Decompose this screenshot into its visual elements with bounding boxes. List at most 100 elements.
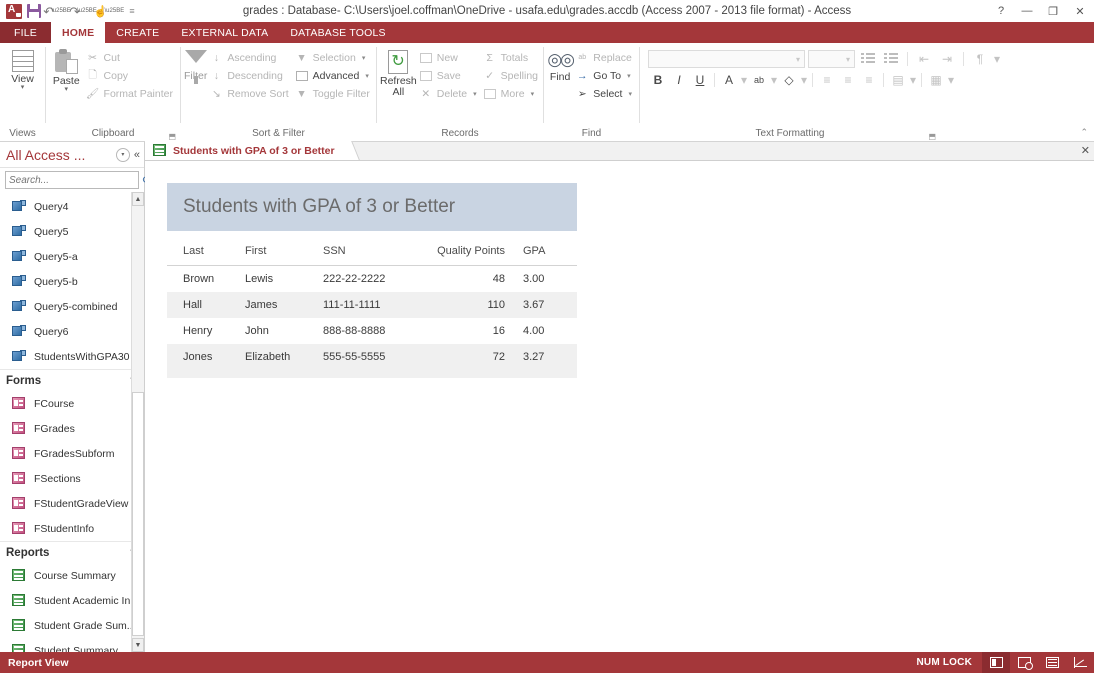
tab-external-data[interactable]: EXTERNAL DATA	[170, 22, 279, 43]
navigation-filter-dropdown[interactable]: ▾	[115, 147, 130, 162]
tab-home[interactable]: HOME	[50, 22, 106, 43]
tab-create[interactable]: CREATE	[105, 22, 170, 43]
view-button[interactable]: View ▾	[3, 47, 42, 91]
undo-caret-icon[interactable]: \u25BE	[51, 8, 71, 14]
clipboard-dialog-launcher[interactable]: ⬒	[168, 132, 176, 141]
replace-button[interactable]: ab Replace	[573, 49, 636, 66]
navigation-search-box[interactable]: ⚲	[5, 171, 154, 189]
remove-sort-button[interactable]: ↘ Remove Sort	[207, 85, 292, 102]
maximize-button[interactable]: ❐	[1040, 0, 1066, 22]
nav-group-forms[interactable]: Forms ⌃	[0, 369, 144, 391]
table-row[interactable]: Hall James 111-11-1111 110 3.67	[167, 292, 577, 318]
highlight-button[interactable]: ab	[749, 71, 769, 89]
align-center-button[interactable]: ≡	[838, 71, 858, 89]
table-row[interactable]: Jones Elizabeth 555-55-5555 72 3.27	[167, 344, 577, 370]
column-header-quality-points[interactable]: Quality Points	[433, 231, 523, 266]
nav-item-fgradessubform[interactable]: FGradesSubform	[0, 441, 144, 466]
paste-caret-icon[interactable]: ▾	[65, 86, 69, 93]
nav-item-fstudentinfo[interactable]: FStudentInfo	[0, 516, 144, 541]
numbering-button[interactable]	[881, 50, 901, 68]
font-family-select[interactable]: ▾	[648, 50, 805, 68]
highlight-caret-icon[interactable]: ▾	[770, 71, 778, 89]
column-header-gpa[interactable]: GPA	[523, 231, 577, 266]
customize-qat-button[interactable]: ≡	[122, 1, 142, 21]
nav-item-fgrades[interactable]: FGrades	[0, 416, 144, 441]
find-button[interactable]: ◎◎ Find	[547, 47, 575, 83]
column-header-ssn[interactable]: SSN	[323, 231, 433, 266]
go-to-button[interactable]: → Go To ▾	[573, 67, 636, 84]
advanced-caret-icon[interactable]: ▾	[365, 72, 369, 80]
search-input[interactable]	[9, 174, 143, 186]
italic-button[interactable]: I	[669, 71, 689, 89]
scroll-down-button[interactable]: ▼	[132, 638, 144, 652]
delete-caret-icon[interactable]: ▾	[473, 90, 477, 98]
scrollbar-thumb[interactable]	[132, 392, 144, 636]
nav-item-query4[interactable]: Query4	[0, 194, 144, 219]
save-button[interactable]	[24, 1, 44, 21]
nav-item-fcourse[interactable]: FCourse	[0, 391, 144, 416]
refresh-all-button[interactable]: Refresh All	[380, 47, 417, 98]
fill-color-button[interactable]: ◇	[779, 71, 799, 89]
spelling-button[interactable]: ✓ Spelling	[481, 67, 542, 84]
minimize-button[interactable]: —	[1014, 0, 1040, 22]
new-record-button[interactable]: New	[417, 49, 481, 66]
format-painter-button[interactable]: 🖌 Format Painter	[84, 85, 177, 102]
bullets-button[interactable]	[858, 50, 878, 68]
document-tab-students-with-gpa[interactable]: Students with GPA of 3 or Better	[145, 141, 350, 160]
sort-descending-button[interactable]: ↓ Descending	[207, 67, 292, 84]
gridlines-button[interactable]: ▦	[926, 71, 946, 89]
nav-group-reports[interactable]: Reports ⌃	[0, 541, 144, 563]
nav-item-student-summary[interactable]: Student Summary	[0, 638, 144, 652]
align-left-button[interactable]: ≡	[817, 71, 837, 89]
gridlines-caret-icon[interactable]: ▾	[947, 71, 955, 89]
select-button[interactable]: ➢ Select ▾	[573, 85, 636, 102]
increase-indent-button[interactable]: ⇥	[937, 50, 957, 68]
table-row[interactable]: Brown Lewis 222-22-2222 48 3.00	[167, 266, 577, 293]
underline-button[interactable]: U	[690, 71, 710, 89]
nav-item-fstudentgradeview[interactable]: FStudentGradeView	[0, 491, 144, 516]
tab-database-tools[interactable]: DATABASE TOOLS	[279, 22, 396, 43]
column-header-first[interactable]: First	[245, 231, 323, 266]
totals-button[interactable]: Σ Totals	[481, 49, 542, 66]
text-formatting-dialog-launcher[interactable]: ⬒	[928, 132, 936, 141]
nav-item-query5-b[interactable]: Query5-b	[0, 269, 144, 294]
nav-item-fsections[interactable]: FSections	[0, 466, 144, 491]
redo-button[interactable]: ↷ \u25BE	[69, 1, 97, 21]
print-preview-button[interactable]	[1010, 652, 1038, 673]
tab-file[interactable]: FILE	[0, 22, 51, 43]
nav-item-studentswithgpa30[interactable]: StudentsWithGPA30	[0, 344, 144, 369]
navigation-object-list[interactable]: Query4 Query5 Query5-a Query5-b Query5-c…	[0, 192, 144, 652]
bold-button[interactable]: B	[648, 71, 668, 89]
text-direction-button[interactable]: ¶	[970, 50, 990, 68]
design-view-button[interactable]	[1066, 652, 1094, 673]
close-document-button[interactable]: ✕	[1081, 144, 1090, 157]
more-caret-icon[interactable]: ▾	[531, 90, 535, 98]
layout-view-button[interactable]	[1038, 652, 1066, 673]
alternate-row-color-button[interactable]: ▤	[888, 71, 908, 89]
scroll-up-button[interactable]: ▲	[132, 192, 144, 206]
collapse-ribbon-button[interactable]: ⌃	[1080, 127, 1088, 138]
report-view-button[interactable]	[982, 652, 1010, 673]
selection-button[interactable]: ▼ Selection ▾	[293, 49, 374, 66]
nav-item-query5[interactable]: Query5	[0, 219, 144, 244]
copy-button[interactable]: 🗋 Copy	[84, 67, 177, 84]
help-button[interactable]: ?	[988, 0, 1014, 22]
font-color-caret-icon[interactable]: ▾	[740, 71, 748, 89]
nav-item-query6[interactable]: Query6	[0, 319, 144, 344]
sort-ascending-button[interactable]: ↓ Ascending	[207, 49, 292, 66]
decrease-indent-button[interactable]: ⇤	[914, 50, 934, 68]
alternate-row-caret-icon[interactable]: ▾	[909, 71, 917, 89]
paste-button[interactable]: Paste ▾	[49, 47, 84, 93]
advanced-button[interactable]: Advanced ▾	[293, 67, 374, 84]
filter-button[interactable]: Filter	[184, 47, 207, 84]
nav-item-course-summary[interactable]: Course Summary	[0, 563, 144, 588]
font-size-select[interactable]: ▾	[808, 50, 855, 68]
column-header-last[interactable]: Last	[167, 231, 245, 266]
nav-item-query5-a[interactable]: Query5-a	[0, 244, 144, 269]
table-row[interactable]: Henry John 888-88-8888 16 4.00	[167, 318, 577, 344]
nav-item-query5-combined[interactable]: Query5-combined	[0, 294, 144, 319]
navigation-scrollbar[interactable]: ▲ ▼	[131, 192, 144, 652]
go-to-caret-icon[interactable]: ▾	[627, 72, 631, 80]
fill-color-caret-icon[interactable]: ▾	[800, 71, 808, 89]
align-right-button[interactable]: ≡	[859, 71, 879, 89]
